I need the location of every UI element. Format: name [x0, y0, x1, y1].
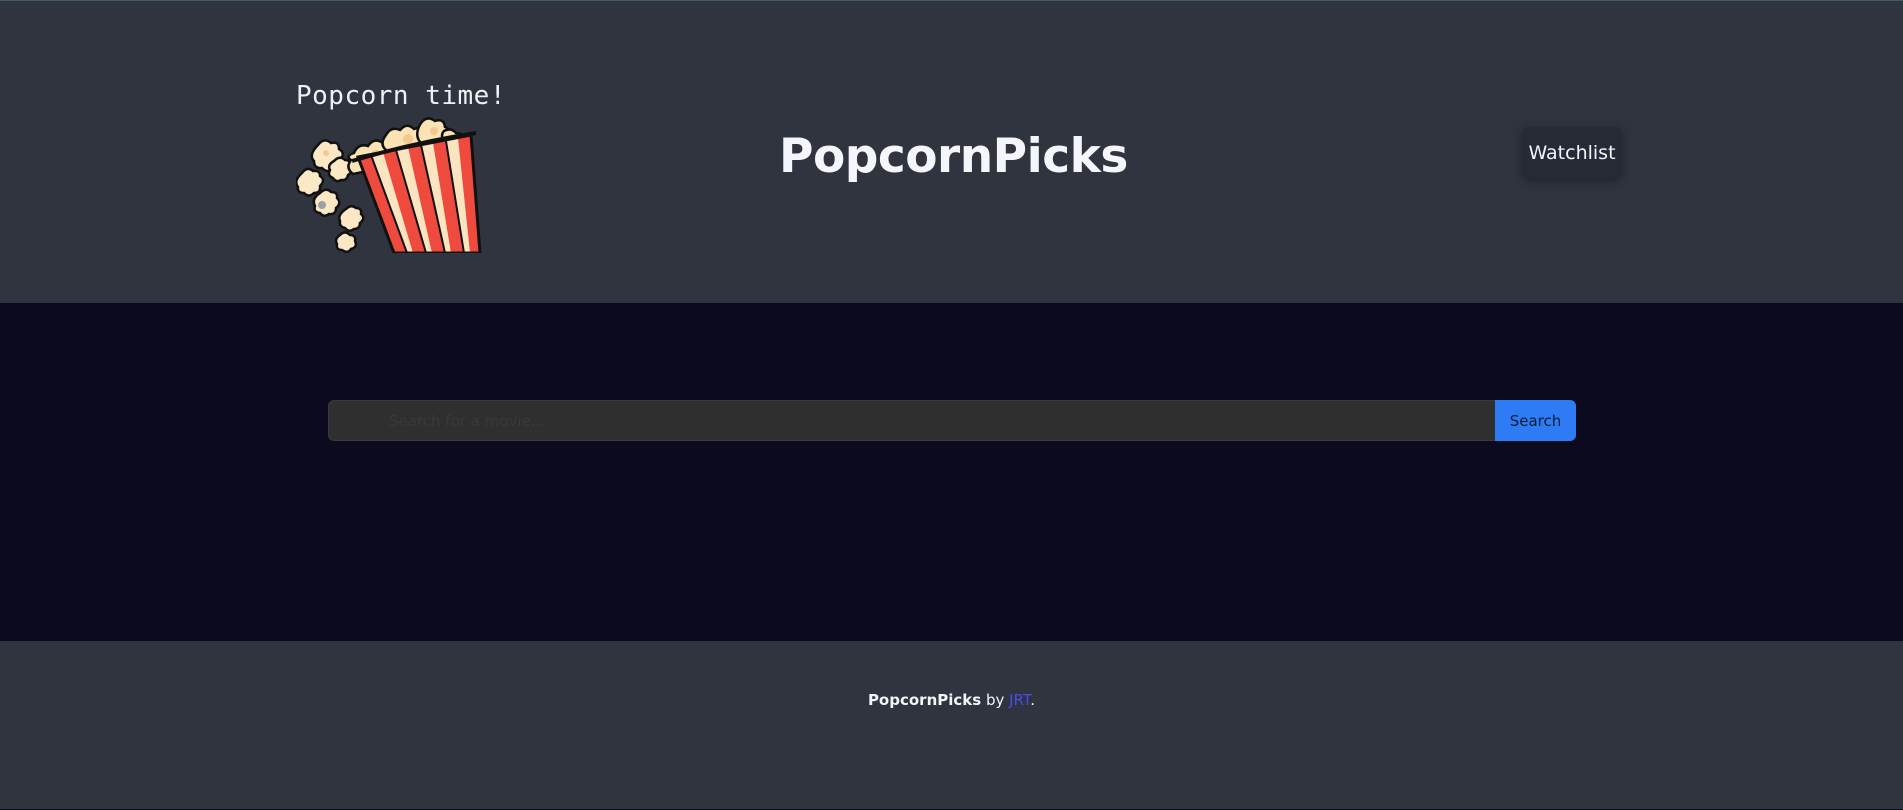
main-content: Search — [0, 303, 1903, 641]
author-link[interactable]: JRT — [1009, 691, 1030, 709]
footer-brand: PopcornPicks — [867, 691, 982, 709]
footer-by: by — [981, 691, 1010, 709]
search-bar: Search — [328, 400, 1576, 441]
popcorn-bucket-icon — [296, 117, 482, 253]
site-title: PopcornPicks — [779, 129, 1128, 184]
logo[interactable]: Popcorn time! — [296, 81, 506, 253]
footer-credit: PopcornPicks by JRT. — [0, 691, 1903, 709]
site-header: Popcorn time! PopcornPicks Watchlist — [0, 1, 1903, 303]
watchlist-button[interactable]: Watchlist — [1522, 127, 1622, 179]
site-footer: PopcornPicks by JRT. — [0, 641, 1903, 809]
search-input[interactable] — [328, 400, 1495, 441]
footer-end: . — [1030, 691, 1036, 709]
search-button[interactable]: Search — [1495, 400, 1576, 441]
logo-text: Popcorn time! — [296, 81, 506, 111]
